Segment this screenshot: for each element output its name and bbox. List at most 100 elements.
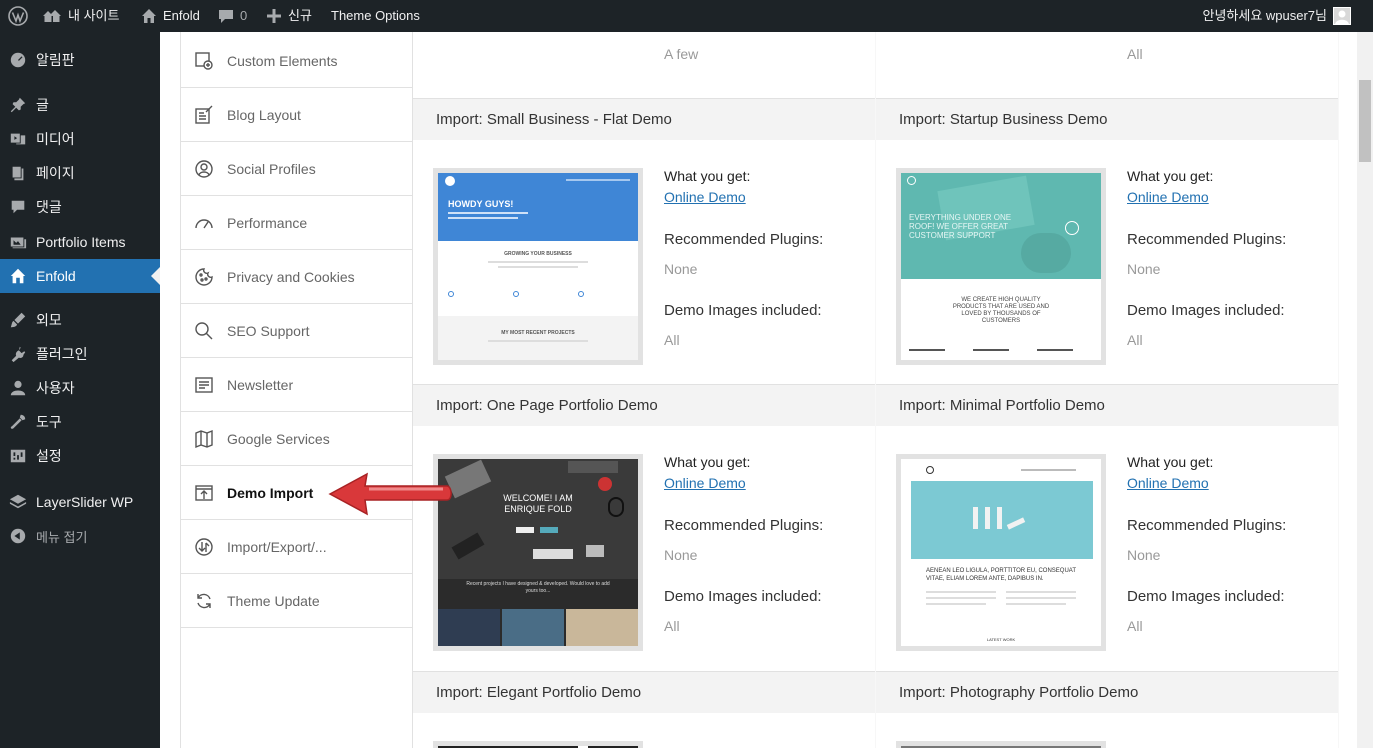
sidebar-item-layerslider[interactable]: LayerSlider WP <box>0 485 160 519</box>
user-icon <box>0 379 36 397</box>
online-demo-link[interactable]: Online Demo <box>1127 475 1209 491</box>
nav-item-newsletter[interactable]: Newsletter <box>181 358 412 412</box>
images-value: All <box>1127 332 1143 348</box>
blog-layout-icon <box>181 105 227 125</box>
comment-icon <box>0 198 36 216</box>
admin-bar: 내 사이트 Enfold 0 신규 Theme Options 안녕하세요 wp… <box>0 0 1373 32</box>
sidebar-item-pages[interactable]: 페이지 <box>0 156 160 190</box>
annotation-arrow-icon <box>328 472 452 516</box>
site-name-label: 내 사이트 <box>68 8 120 23</box>
online-demo-link[interactable]: Online Demo <box>1127 189 1209 205</box>
demo-import-panel: A few Import: Small Business - Flat Demo… <box>413 32 1339 748</box>
sidebar-item-portfolio[interactable]: Portfolio Items <box>0 225 160 259</box>
demo-minimal-portfolio: AENEAN LEO LIGULA, PORTTITOR EU, CONSEQU… <box>876 426 1338 671</box>
home-multisite-icon <box>42 8 62 24</box>
images-value: All <box>1127 618 1143 634</box>
custom-elements-icon <box>181 51 227 71</box>
import-export-icon <box>181 537 227 557</box>
demo-thumbnail[interactable]: EVERYTHING UNDER ONE ROOF! WE OFFER GREA… <box>896 168 1106 365</box>
demo-small-business: HOWDY GUYS! GROWING YOUR BUSINESS MY MOS… <box>413 140 875 384</box>
sidebar-item-settings[interactable]: 설정 <box>0 439 160 473</box>
sidebar-item-media[interactable]: 미디어 <box>0 122 160 156</box>
scrollbar-thumb[interactable] <box>1359 80 1371 162</box>
page-scrollbar[interactable] <box>1357 32 1373 748</box>
online-demo-link[interactable]: Online Demo <box>664 189 746 205</box>
images-value: All <box>664 618 680 634</box>
demo-column-left: A few Import: Small Business - Flat Demo… <box>413 32 875 748</box>
demo-startup-business: EVERYTHING UNDER ONE ROOF! WE OFFER GREA… <box>876 140 1338 384</box>
wordpress-logo-icon[interactable] <box>8 0 28 32</box>
new-label: 신규 <box>288 8 312 23</box>
nav-item-privacy-cookies[interactable]: Privacy and Cookies <box>181 250 412 304</box>
wrench-icon <box>0 413 36 431</box>
social-profiles-icon <box>181 159 227 179</box>
pin-icon <box>0 96 36 114</box>
demo-title: Import: Photography Portfolio Demo <box>876 671 1338 713</box>
map-icon <box>181 429 227 449</box>
demo-thumbnail[interactable] <box>433 741 643 748</box>
plugin-icon <box>0 345 36 363</box>
demo-thumbnail[interactable]: AENEAN LEO LIGULA, PORTTITOR EU, CONSEQU… <box>896 454 1106 651</box>
thumb-hero-text: HOWDY GUYS! <box>448 199 514 209</box>
nav-item-blog-layout[interactable]: Blog Layout <box>181 88 412 142</box>
thumb-sub-text: GROWING YOUR BUSINESS <box>504 251 572 257</box>
sidebar-item-enfold[interactable]: Enfold <box>0 259 160 293</box>
plugins-value: None <box>1127 261 1161 277</box>
avatar <box>1333 7 1351 25</box>
sidebar-item-comments[interactable]: 댓글 <box>0 190 160 224</box>
thumb-sub-text: LATEST WORK <box>986 637 1016 642</box>
nav-item-seo-support[interactable]: SEO Support <box>181 304 412 358</box>
plugins-value: None <box>664 261 698 277</box>
top-images-value: A few <box>664 46 699 62</box>
online-demo-link[interactable]: Online Demo <box>664 475 746 491</box>
brush-icon <box>0 311 36 329</box>
theme-options-link[interactable]: Theme Options <box>331 0 420 32</box>
demo-thumbnail[interactable] <box>896 741 1106 748</box>
thumb-hero-text: WELCOME! I AM ENRIQUE FOLD <box>503 493 573 514</box>
newsletter-icon <box>181 375 227 395</box>
theme-link[interactable]: Enfold <box>141 0 200 32</box>
plugins-value: None <box>1127 547 1161 563</box>
account-menu[interactable]: 안녕하세요 wpuser7님 <box>1202 0 1351 32</box>
collapse-icon <box>0 527 36 545</box>
demo-title: Import: Startup Business Demo <box>876 98 1338 140</box>
nav-item-theme-update[interactable]: Theme Update <box>181 574 412 628</box>
thumb-hero-text: AENEAN LEO LIGULA, PORTTITOR EU, CONSEQU… <box>926 568 1076 582</box>
sidebar-collapse-menu[interactable]: 메뉴 접기 <box>0 519 160 553</box>
settings-icon <box>0 447 36 465</box>
demo-thumbnail[interactable]: WELCOME! I AM ENRIQUE FOLD Recent projec… <box>433 454 643 651</box>
comments-link[interactable]: 0 <box>218 0 247 32</box>
demo-thumbnail[interactable]: HOWDY GUYS! GROWING YOUR BUSINESS MY MOS… <box>433 168 643 365</box>
top-images-value: All <box>1127 46 1143 62</box>
thumb-sub-text: Recent projects I have designed & develo… <box>466 581 610 594</box>
sidebar-item-tools[interactable]: 도구 <box>0 405 160 439</box>
greeting-label: 안녕하세요 wpuser7님 <box>1202 8 1327 23</box>
plus-icon <box>266 8 282 24</box>
nav-item-social-profiles[interactable]: Social Profiles <box>181 142 412 196</box>
thumb-sub-text: WE CREATE HIGH QUALITY PRODUCTS THAT ARE… <box>952 297 1050 324</box>
thumb-hero-text: EVERYTHING UNDER ONE ROOF! WE OFFER GREA… <box>909 213 1012 240</box>
nav-item-google-services[interactable]: Google Services <box>181 412 412 466</box>
demo-photography-portfolio <box>876 713 1338 748</box>
layers-icon <box>0 493 36 511</box>
theme-options-label: Theme Options <box>331 8 420 23</box>
thumb-footer-text: MY MOST RECENT PROJECTS <box>501 330 575 336</box>
demo-title: Import: One Page Portfolio Demo <box>413 384 875 426</box>
cookie-icon <box>181 267 227 287</box>
demo-column-right: All Import: Startup Business Demo EVERYT… <box>876 32 1338 748</box>
site-name-link[interactable]: 내 사이트 <box>42 0 119 32</box>
sidebar-item-appearance[interactable]: 외모 <box>0 303 160 337</box>
home-icon <box>141 8 157 24</box>
sidebar-item-dashboard[interactable]: 알림판 <box>0 43 160 77</box>
page-icon <box>0 164 36 182</box>
admin-sidebar: 알림판 글 미디어 페이지 댓글 Portfolio Items Enfold … <box>0 32 160 748</box>
sidebar-item-users[interactable]: 사용자 <box>0 371 160 405</box>
sidebar-item-posts[interactable]: 글 <box>0 88 160 122</box>
demo-elegant-portfolio <box>413 713 875 748</box>
nav-item-custom-elements[interactable]: Custom Elements <box>181 34 412 88</box>
main-content: Custom Elements Blog Layout Social Profi… <box>160 32 1357 748</box>
nav-item-performance[interactable]: Performance <box>181 196 412 250</box>
nav-item-import-export[interactable]: Import/Export/... <box>181 520 412 574</box>
new-content-link[interactable]: 신규 <box>266 0 312 32</box>
sidebar-item-plugins[interactable]: 플러그인 <box>0 337 160 371</box>
